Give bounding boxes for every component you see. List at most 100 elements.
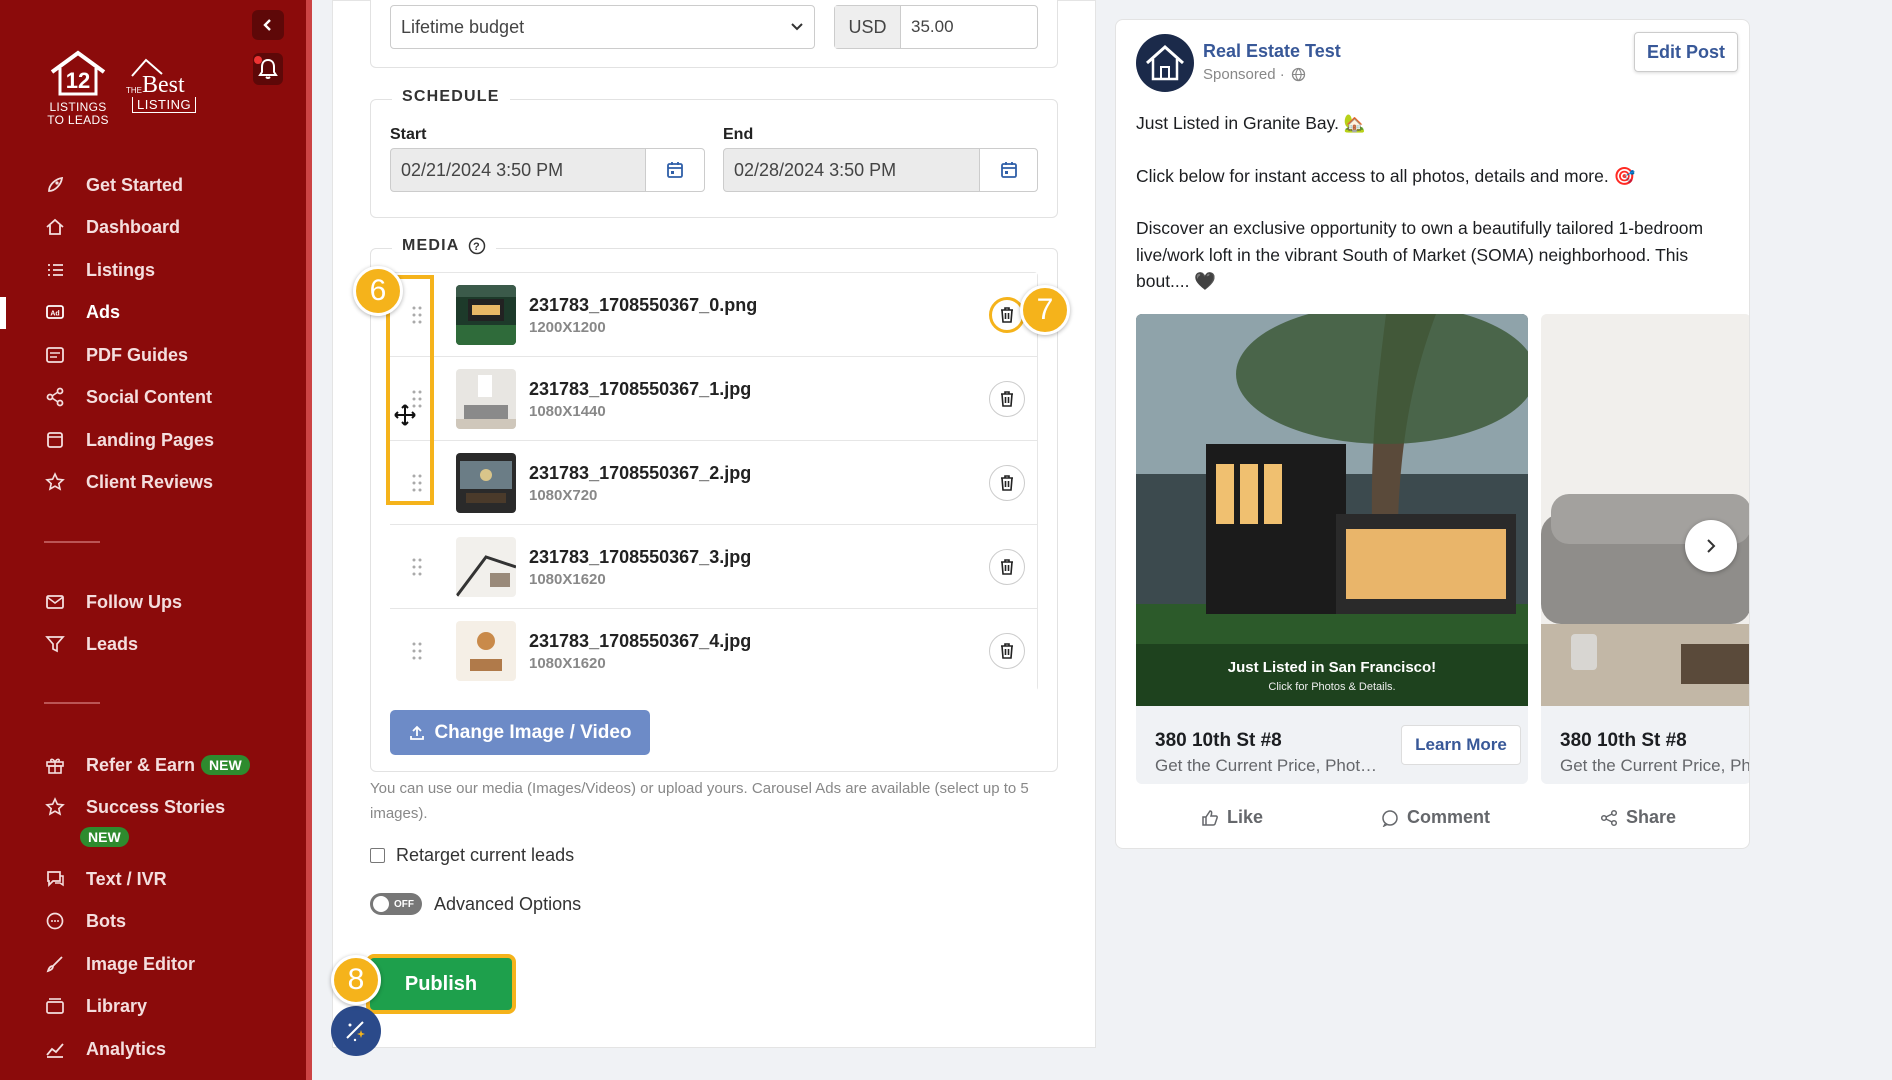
rocket-icon [44, 174, 66, 196]
drag-handle-icon[interactable] [412, 641, 422, 661]
new-badge: NEW [201, 755, 250, 775]
delete-media-button[interactable] [989, 633, 1025, 669]
sidebar-item-label: Client Reviews [86, 471, 214, 492]
sidebar-item-pdf-guides[interactable]: PDF Guides [44, 339, 188, 371]
post-line-3: Discover an exclusive opportunity to own… [1136, 218, 1704, 291]
end-calendar-button[interactable] [979, 148, 1038, 192]
notifications-button[interactable] [253, 53, 283, 85]
media-row[interactable]: 231783_1708550367_4.jpg 1080X1620 [390, 609, 1037, 693]
toggle-state: OFF [394, 898, 414, 910]
budget-type-select[interactable]: Lifetime budget [390, 5, 815, 49]
media-row[interactable]: 231783_1708550367_2.jpg 1080X720 [390, 441, 1037, 525]
listings-to-leads-logo[interactable]: 12 LISTINGS TO LEADS [44, 50, 112, 128]
sidebar-item-refer-earn[interactable]: Refer & Earn NEW [44, 749, 250, 781]
sidebar-item-success-stories[interactable]: Success Stories [44, 791, 225, 823]
comment-label: Comment [1407, 807, 1491, 827]
sidebar-divider [44, 541, 100, 543]
card-image: Just Listed in San Francisco! Click for … [1136, 314, 1528, 706]
budget-type-value: Lifetime budget [401, 16, 525, 37]
retarget-checkbox[interactable] [370, 848, 385, 863]
publish-button[interactable]: Publish [366, 954, 516, 1014]
sidebar-item-text-ivr[interactable]: Text / IVR [44, 863, 167, 895]
sidebar-scrollbar[interactable] [306, 0, 312, 1080]
media-thumbnail [456, 369, 516, 429]
sidebar-item-label: Refer & Earn [86, 754, 196, 775]
active-indicator [0, 297, 6, 329]
media-row[interactable]: 231783_1708550367_3.jpg 1080X1620 [390, 525, 1037, 609]
sidebar-item-library[interactable]: Library [44, 990, 147, 1022]
retarget-option[interactable]: Retarget current leads [370, 845, 574, 866]
retarget-label: Retarget current leads [396, 845, 575, 865]
media-dimensions: 1080X720 [529, 487, 598, 504]
media-dimensions: 1080X1620 [529, 571, 606, 588]
start-calendar-button[interactable] [645, 148, 705, 192]
carousel-card[interactable]: Just Listed in San Francisco! Click for … [1136, 314, 1528, 784]
sidebar-item-label: Get Started [86, 174, 184, 195]
media-thumbnail [456, 537, 516, 597]
carousel-next-button[interactable] [1685, 520, 1737, 572]
sidebar-item-analytics[interactable]: Analytics [44, 1033, 166, 1065]
sidebar-item-get-started[interactable]: Get Started [44, 169, 183, 201]
chevron-down-icon [791, 23, 803, 31]
sidebar-item-dashboard[interactable]: Dashboard [44, 211, 180, 243]
edit-post-button[interactable]: Edit Post [1634, 32, 1738, 72]
page-name[interactable]: Real Estate Test [1203, 41, 1341, 62]
like-action[interactable]: Like [1201, 807, 1263, 828]
star-icon [44, 796, 66, 818]
media-filename: 231783_1708550367_4.jpg [529, 631, 752, 651]
sidebar-item-follow-ups[interactable]: Follow Ups [44, 586, 182, 618]
trash-icon [1001, 559, 1013, 575]
end-date-input[interactable]: 02/28/2024 3:50 PM [723, 148, 980, 192]
trash-icon [1001, 307, 1013, 323]
svg-text:12: 12 [66, 68, 90, 93]
like-label: Like [1227, 807, 1264, 827]
advanced-options[interactable]: OFF Advanced Options [370, 893, 581, 915]
card-subtitle: Get the Current Price, Phot… [1155, 756, 1378, 775]
sidebar-item-label: Library [86, 995, 148, 1016]
sidebar-item-label: Bots [86, 910, 126, 931]
collapse-sidebar-button[interactable] [252, 10, 284, 40]
media-filename: 231783_1708550367_3.jpg [529, 547, 752, 567]
advanced-options-toggle[interactable]: OFF [370, 893, 422, 915]
house-logo-icon: 12 [50, 50, 106, 96]
media-legend-text: MEDIA [402, 237, 460, 254]
share-action[interactable]: Share [1600, 807, 1676, 828]
media-dimensions: 1080X1440 [529, 403, 606, 420]
sidebar-item-bots[interactable]: Bots [44, 905, 126, 937]
budget-amount-input[interactable]: 35.00 [901, 17, 954, 37]
media-dimensions: 1080X1620 [529, 655, 606, 672]
sidebar-item-ads[interactable]: Ad Ads [44, 296, 120, 328]
pdf-icon [44, 344, 66, 366]
delete-media-button[interactable] [989, 381, 1025, 417]
comment-action[interactable]: Comment [1381, 807, 1490, 828]
drag-handle-icon[interactable] [412, 557, 422, 577]
post-text: Just Listed in Granite Bay. 🏡 Click belo… [1136, 110, 1726, 295]
media-row[interactable]: 231783_1708550367_0.png 1200X1200 [390, 273, 1037, 357]
ad-preview: Real Estate Test Sponsored · Edit Post J… [1115, 19, 1750, 849]
trash-icon [1001, 643, 1013, 659]
sidebar-item-landing-pages[interactable]: Landing Pages [44, 424, 214, 456]
assistant-widget[interactable] [331, 1006, 381, 1056]
start-date-input[interactable]: 02/21/2024 3:50 PM [390, 148, 646, 192]
delete-media-button[interactable] [989, 549, 1025, 585]
library-icon [44, 995, 66, 1017]
change-media-button[interactable]: Change Image / Video [390, 710, 650, 755]
sidebar-item-social-content[interactable]: Social Content [44, 381, 212, 413]
sidebar-item-image-editor[interactable]: Image Editor [44, 948, 195, 980]
card-title: 380 10th St #8 [1155, 730, 1282, 751]
media-thumbnail [456, 621, 516, 681]
delete-media-button[interactable] [989, 465, 1025, 501]
chart-icon [44, 1038, 66, 1060]
sidebar-item-label: Success Stories [86, 796, 226, 817]
media-row[interactable]: 231783_1708550367_1.jpg 1080X1440 [390, 357, 1037, 441]
card-image [1541, 314, 1749, 706]
sidebar-item-client-reviews[interactable]: Client Reviews [44, 466, 213, 498]
move-cursor-icon [393, 403, 417, 432]
learn-more-button[interactable]: Learn More [1401, 725, 1521, 765]
upload-icon [410, 725, 425, 740]
sidebar-item-leads[interactable]: Leads [44, 628, 138, 660]
help-icon[interactable]: ? [468, 237, 486, 255]
the-best-listing-logo[interactable]: THE Best LISTING [124, 56, 197, 116]
sidebar-item-listings[interactable]: Listings [44, 254, 155, 286]
bot-icon [44, 910, 66, 932]
